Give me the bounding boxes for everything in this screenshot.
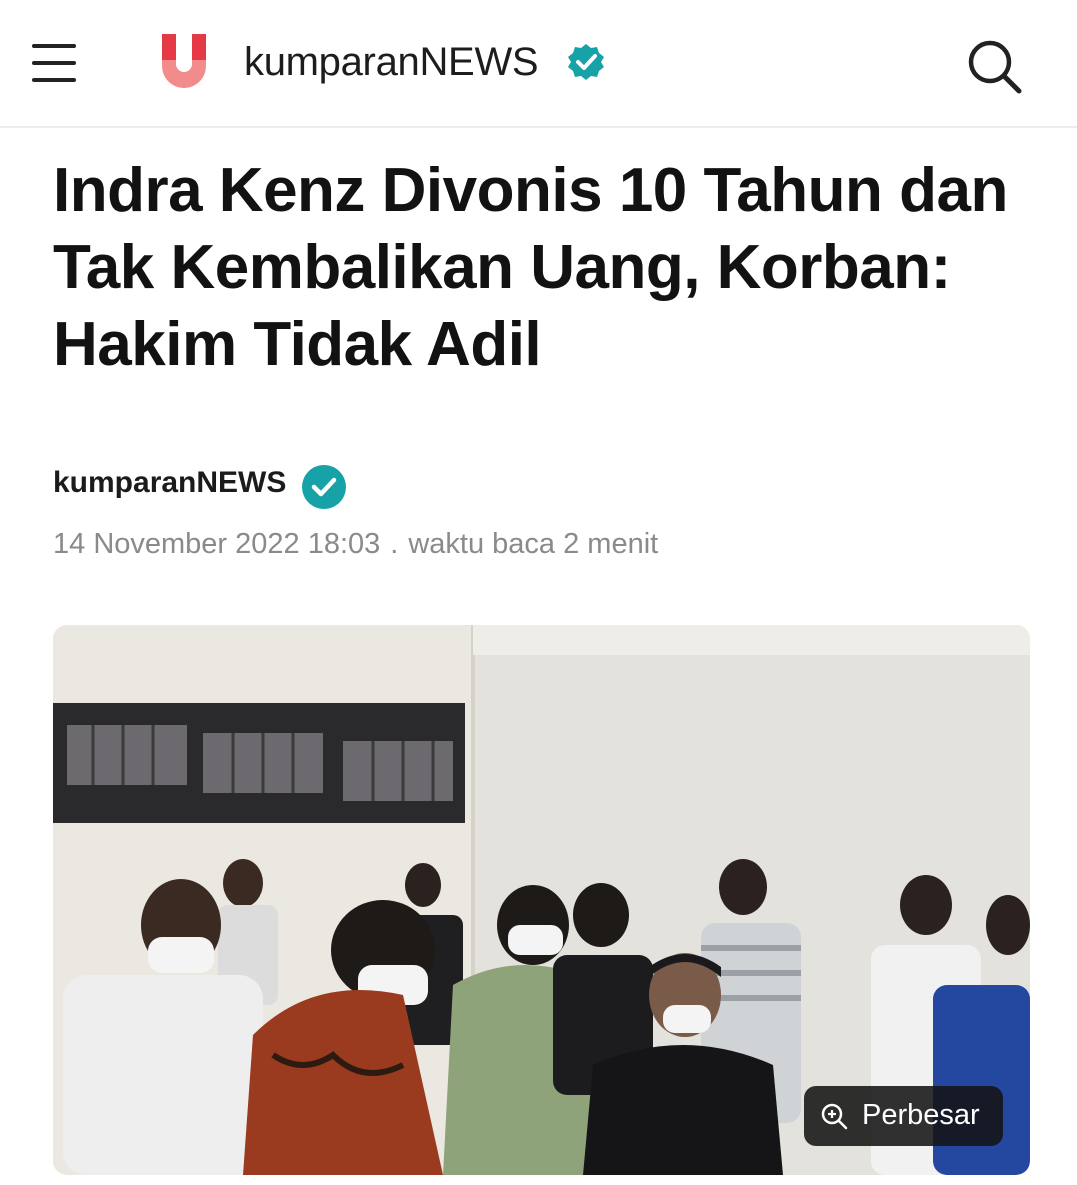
zoom-in-icon	[821, 1103, 848, 1130]
meta-separator: .	[390, 528, 399, 560]
publish-date: 14 November 2022 18:03	[53, 528, 381, 560]
article-meta: 14 November 2022 18:03. waktu baca 2 meni…	[53, 528, 658, 561]
zoom-button[interactable]: Perbesar	[804, 1086, 1003, 1146]
article-title: Indra Kenz Divonis 10 Tahun dan Tak Kemb…	[53, 156, 1008, 379]
verified-badge-icon	[302, 465, 346, 509]
verified-badge-icon	[568, 44, 604, 80]
search-icon[interactable]	[962, 34, 1026, 98]
author-name[interactable]: kumparanNEWS	[53, 466, 286, 500]
zoom-label: Perbesar	[862, 1099, 980, 1131]
read-time: waktu baca 2 menit	[408, 528, 659, 560]
brand-name[interactable]: kumparanNEWS	[244, 38, 539, 86]
kumparan-u-logo[interactable]	[156, 30, 212, 92]
top-bar: kumparanNEWS	[0, 0, 1077, 128]
hamburger-menu-icon[interactable]	[26, 38, 84, 90]
